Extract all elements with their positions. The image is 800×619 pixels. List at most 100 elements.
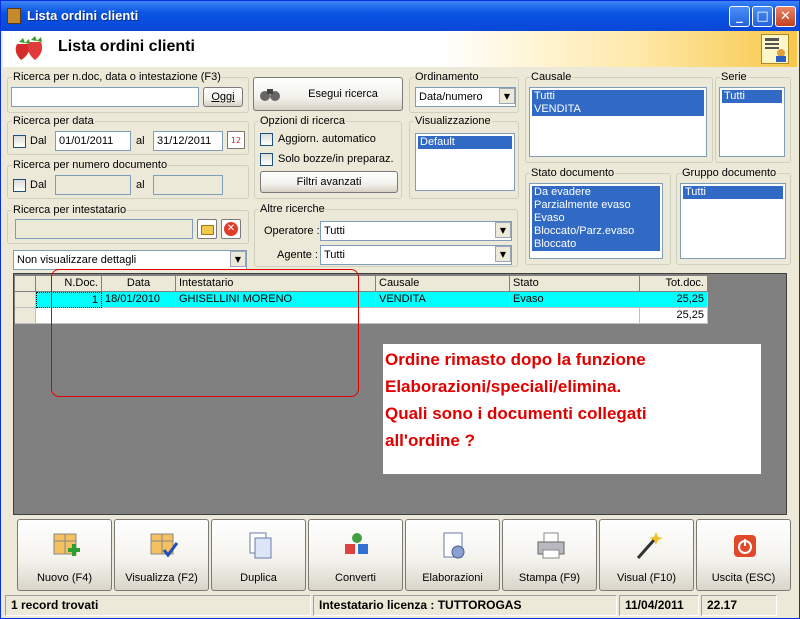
drafts-only-label: Solo bozze/in preparaz. [278, 153, 394, 165]
operatore-dropdown-arrow-icon[interactable]: ▼ [495, 222, 511, 238]
today-button[interactable]: Oggi [203, 87, 243, 107]
col-header-tot[interactable]: Tot.doc. [640, 276, 708, 292]
status-date: 11/04/2011 [619, 595, 699, 616]
convert-icon [345, 533, 368, 554]
grid-total: 25,25 [640, 308, 708, 324]
exit-button[interactable]: Uscita (ESC) [696, 519, 791, 591]
folder-icon[interactable] [197, 219, 217, 239]
action-toolbar: Nuovo (F4) Visualizza (F2) Duplica Conve… [13, 519, 791, 591]
gruppo-list[interactable]: Tutti [680, 183, 786, 259]
list-item[interactable]: Tutti [683, 186, 783, 199]
duplicate-button[interactable]: Duplica [211, 519, 306, 591]
cell-tot[interactable]: 25,25 [640, 292, 708, 308]
list-item[interactable]: Da evadere [532, 186, 660, 199]
list-item[interactable]: VENDITA [532, 103, 704, 116]
title-bar[interactable]: Lista ordini clienti _ □ ✕ [1, 1, 799, 31]
causale-legend: Causale [531, 71, 572, 83]
stato-legend: Stato documento [531, 167, 615, 179]
exit-label: Uscita (ESC) [711, 572, 776, 584]
grid-corner [15, 276, 36, 292]
processing-label: Elaborazioni [422, 572, 483, 584]
strawberry-icon [15, 36, 43, 60]
printer-icon [537, 532, 565, 559]
search-options-legend: Opzioni di ricerca [260, 115, 345, 127]
cell-stato[interactable]: Evaso [510, 292, 640, 308]
note-line: Ordine rimasto dopo la funzione [385, 350, 646, 369]
details-select[interactable]: Non visualizzare dettagli [13, 250, 247, 270]
causale-list[interactable]: Tutti VENDITA [529, 87, 707, 157]
maximize-button[interactable]: □ [752, 6, 773, 27]
page-title: Lista ordini clienti [58, 38, 195, 55]
number-filter-checkbox[interactable] [13, 179, 26, 192]
search-date-legend: Ricerca per data [13, 115, 94, 127]
app-icon [7, 8, 21, 24]
processing-button[interactable]: Elaborazioni [405, 519, 500, 591]
gruppo-legend: Gruppo documento [682, 167, 777, 179]
minimize-button[interactable]: _ [729, 6, 750, 27]
status-time: 22.17 [701, 595, 777, 616]
total-row-selector [15, 308, 36, 324]
date-from-input[interactable]: 01/01/2011 [55, 131, 131, 151]
power-icon [734, 535, 756, 557]
details-dropdown-arrow-icon[interactable]: ▼ [230, 251, 246, 267]
owner-input[interactable] [15, 219, 193, 239]
number-to-input[interactable] [153, 175, 223, 195]
view-legend: Visualizzazione [415, 115, 491, 127]
list-item[interactable]: Evaso [532, 212, 660, 225]
number-from-input[interactable] [55, 175, 131, 195]
agente-select[interactable]: Tutti [320, 245, 512, 265]
duplicate-icon [249, 532, 272, 559]
list-item[interactable]: Tutti [722, 90, 782, 103]
list-item[interactable]: Bloccato [532, 238, 660, 251]
main-window: Lista ordini clienti _ □ ✕ Lista ordini … [0, 0, 800, 619]
cell-causale[interactable]: VENDITA [376, 292, 510, 308]
status-license: Intestatario licenza : TUTTOROGAS [313, 595, 617, 616]
stato-list[interactable]: Da evadere Parzialmente evaso Evaso Bloc… [529, 183, 663, 259]
calendar-icon[interactable]: 12 [227, 131, 245, 149]
list-item[interactable]: Bloccato/Parz.evaso [532, 225, 660, 238]
operatore-label: Operatore : [264, 225, 320, 237]
search-doc-input[interactable] [11, 87, 199, 107]
list-item[interactable]: Parzialmente evaso [532, 199, 660, 212]
run-search-label: Esegui ricerca [308, 88, 378, 100]
operatore-select[interactable]: Tutti [320, 221, 512, 241]
print-button[interactable]: Stampa (F9) [502, 519, 597, 591]
magic-wand-icon [636, 532, 663, 559]
new-label: Nuovo (F4) [36, 572, 93, 584]
serie-list[interactable]: Tutti [719, 87, 785, 157]
visual-label: Visual (F10) [616, 572, 677, 584]
number-to-label: al [136, 179, 145, 191]
view-label: Visualizza (F2) [125, 572, 198, 584]
users-list-icon [761, 34, 789, 64]
clear-icon[interactable]: ✕ [221, 219, 241, 239]
advanced-filters-button[interactable]: Filtri avanzati [260, 171, 398, 193]
annotation-note: Ordine rimasto dopo la funzione Elaboraz… [383, 344, 761, 474]
search-owner-legend: Ricerca per intestatario [13, 204, 127, 216]
col-header-causale[interactable]: Causale [376, 276, 510, 292]
agente-dropdown-arrow-icon[interactable]: ▼ [495, 246, 511, 262]
visual-button[interactable]: Visual (F10) [599, 519, 694, 591]
auto-update-label: Aggiorn. automatico [278, 133, 376, 145]
status-bar: 1 record trovati Intestatario licenza : … [3, 595, 797, 617]
date-to-input[interactable]: 31/12/2011 [153, 131, 223, 151]
convert-label: Converti [335, 572, 376, 584]
window-title: Lista ordini clienti [27, 8, 139, 23]
col-header-stato[interactable]: Stato [510, 276, 640, 292]
list-item[interactable]: Default [418, 136, 512, 149]
new-document-icon [53, 533, 80, 556]
view-button[interactable]: Visualizza (F2) [114, 519, 209, 591]
auto-update-checkbox[interactable] [260, 133, 273, 146]
row-selector[interactable] [15, 292, 36, 308]
sort-dropdown-arrow-icon[interactable]: ▼ [499, 88, 515, 104]
view-list[interactable]: Default [415, 133, 515, 191]
list-item[interactable]: Tutti [532, 90, 704, 103]
new-button[interactable]: Nuovo (F4) [17, 519, 112, 591]
drafts-only-checkbox[interactable] [260, 153, 273, 166]
date-filter-checkbox[interactable] [13, 135, 26, 148]
search-number-legend: Ricerca per numero documento [13, 159, 168, 171]
note-line: Quali sono i documenti collegati [385, 404, 647, 423]
close-button[interactable]: ✕ [775, 6, 796, 27]
sort-legend: Ordinamento [415, 71, 479, 83]
convert-button[interactable]: Converti [308, 519, 403, 591]
note-line: Elaborazioni/speciali/elimina. [385, 377, 622, 396]
